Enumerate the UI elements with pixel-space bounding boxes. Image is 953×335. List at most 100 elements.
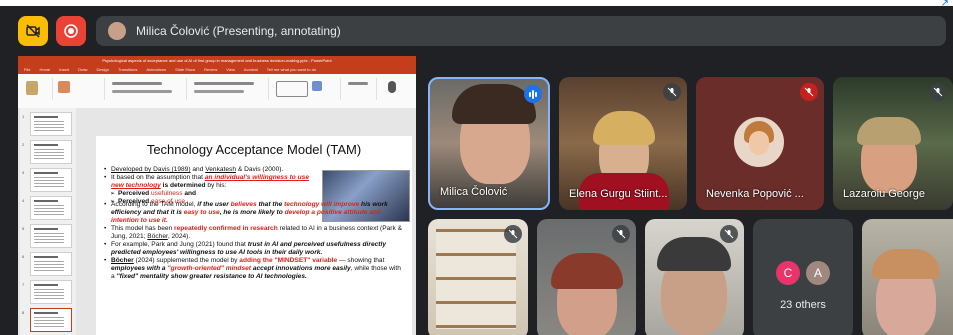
ribbon-group-editing <box>342 78 377 100</box>
slide-thumb-4[interactable] <box>30 196 72 220</box>
slide-num-8: 8 <box>22 310 25 315</box>
ribbon-group-voice <box>378 78 412 100</box>
meeting-stage: ↗ Milica Čolović (Presenting, annotating… <box>0 0 953 335</box>
arrange-icon <box>312 81 322 91</box>
slide-thumb-2[interactable] <box>30 140 72 164</box>
participant-hair <box>872 249 940 279</box>
others-avatar-c: C <box>776 261 800 285</box>
find-icon <box>348 82 368 85</box>
ribbon-group-slides <box>54 78 105 100</box>
slide-thumb-8[interactable] <box>30 308 72 332</box>
ppt-menu-design: Design <box>96 67 109 72</box>
ppt-menu-tellme: Tell me what you want to do <box>266 67 317 72</box>
participant-hair <box>593 111 655 145</box>
participant-hair <box>657 237 731 271</box>
presenter-pill[interactable]: Milica Čolović (Presenting, annotating) <box>96 16 946 46</box>
presenter-avatar <box>108 22 126 40</box>
ppt-workspace: 1 2 3 4 5 6 7 8 Technology Acceptance Mo… <box>18 108 416 335</box>
video-off-icon <box>26 24 40 38</box>
ppt-menu-transitions: Transitions <box>117 67 138 72</box>
ppt-menu-insert: Insert <box>59 67 70 72</box>
ppt-menu-bar: File Home Insert Draw Design Transitions… <box>18 66 416 74</box>
participant-name: Milica Čolović <box>440 186 508 198</box>
shapes-icon <box>276 81 308 97</box>
mic-off-icon <box>612 225 630 243</box>
ppt-menu-file: File <box>24 67 31 72</box>
speaking-indicator-icon <box>524 85 542 103</box>
slide-bullets-top: Developed by Davis (1989) and Venkatesh … <box>104 166 322 206</box>
participant-name: Lazaroiu George <box>843 188 925 200</box>
ppt-menu-review: Review <box>204 67 218 72</box>
bullet-confirmed: This model has been repeatedly confirmed… <box>104 225 404 241</box>
align-icon <box>194 90 244 93</box>
ppt-menu-acrobat: Acrobat <box>243 67 258 72</box>
slide-thumb-1[interactable] <box>30 112 72 136</box>
new-slide-icon <box>58 81 70 93</box>
participant-tile-7[interactable] <box>645 219 744 335</box>
current-slide: Technology Acceptance Model (TAM) Develo… <box>96 136 412 335</box>
ribbon-group-drawing <box>270 78 341 100</box>
stop-video-button[interactable] <box>18 16 48 46</box>
slide-num-4: 4 <box>22 198 25 203</box>
participant-tile-6[interactable] <box>537 219 636 335</box>
participant-hair <box>857 117 921 145</box>
participant-name: Elena Gurgu Stiint... <box>569 188 668 200</box>
ppt-menu-slideshow: Slide Show <box>175 67 196 72</box>
paragraph-icon <box>194 82 254 85</box>
slide-num-3: 3 <box>22 170 25 175</box>
others-count: 23 others <box>780 299 826 311</box>
slide-num-5: 5 <box>22 226 25 231</box>
slide-num-2: 2 <box>22 142 25 147</box>
bookshelf <box>436 229 516 329</box>
slide-num-1: 1 <box>22 114 25 119</box>
ppt-menu-draw: Draw <box>78 67 88 72</box>
recording-button[interactable] <box>56 16 86 46</box>
participant-name: Nevenka Popović ... <box>706 188 804 200</box>
slide-num-6: 6 <box>22 254 25 259</box>
slide-thumb-3[interactable] <box>30 168 72 192</box>
mic-off-icon <box>929 83 947 101</box>
presenter-bar: Milica Čolović (Presenting, annotating) <box>0 6 953 56</box>
participant-tile-lazaroiu[interactable]: Lazaroiu George <box>833 77 953 210</box>
others-avatar-a: A <box>806 261 830 285</box>
participant-hair <box>551 253 623 289</box>
bullet-assumption: It based on the assumption that an indiv… <box>104 174 322 190</box>
slide-thumbnails: 1 2 3 4 5 6 7 8 <box>20 108 76 335</box>
ribbon-group-clipboard <box>22 78 53 100</box>
mic-off-icon <box>504 225 522 243</box>
bullet-tam: According to the TAM model, if the user … <box>104 201 404 225</box>
slide-thumb-6[interactable] <box>30 252 72 276</box>
slide-thumb-5[interactable] <box>30 224 72 248</box>
participant-tile-5[interactable] <box>428 219 528 335</box>
mic-off-icon <box>720 225 738 243</box>
ppt-menu-animations: Animations <box>146 67 167 72</box>
participant-tile-elena[interactable]: Elena Gurgu Stiint... <box>559 77 687 210</box>
bullet-example: For example, Park and Jung (2021) found … <box>104 241 404 257</box>
bullet-usefulness: Perceived usefulness and <box>104 190 322 198</box>
ppt-ribbon <box>18 74 416 109</box>
participant-avatar <box>734 117 784 167</box>
ppt-menu-home: Home <box>39 67 51 72</box>
presenter-label: Milica Čolović (Presenting, annotating) <box>136 24 341 38</box>
ribbon-group-font <box>106 78 187 100</box>
slide-num-7: 7 <box>22 282 25 287</box>
font-box-icon <box>112 82 162 85</box>
participant-hair <box>452 84 536 124</box>
paste-icon <box>26 81 38 95</box>
dictate-icon <box>388 81 396 93</box>
ppt-window-title: Psychological aspects of acceptance and … <box>18 56 416 66</box>
slide-thumb-7[interactable] <box>30 280 72 304</box>
slide-title: Technology Acceptance Model (TAM) <box>146 142 362 157</box>
others-tile[interactable]: C A 23 others <box>753 219 853 335</box>
participant-tile-nevenka[interactable]: Nevenka Popović ... <box>696 77 824 210</box>
mic-off-icon <box>800 83 818 101</box>
ppt-menu-view: View <box>226 67 235 72</box>
ribbon-group-paragraph <box>188 78 269 100</box>
bullet-bocher: Böcher (2024) supplemented the model by … <box>104 257 404 281</box>
font-format-icon <box>112 90 172 93</box>
slide-bullets-tam: According to the TAM model, if the user … <box>104 201 404 281</box>
participant-tile-milica[interactable]: Milica Čolović <box>428 77 550 210</box>
record-icon <box>64 24 78 38</box>
bullet-developed: Developed by Davis (1989) and Venkatesh … <box>104 166 322 174</box>
participant-tile-8[interactable] <box>862 219 953 335</box>
